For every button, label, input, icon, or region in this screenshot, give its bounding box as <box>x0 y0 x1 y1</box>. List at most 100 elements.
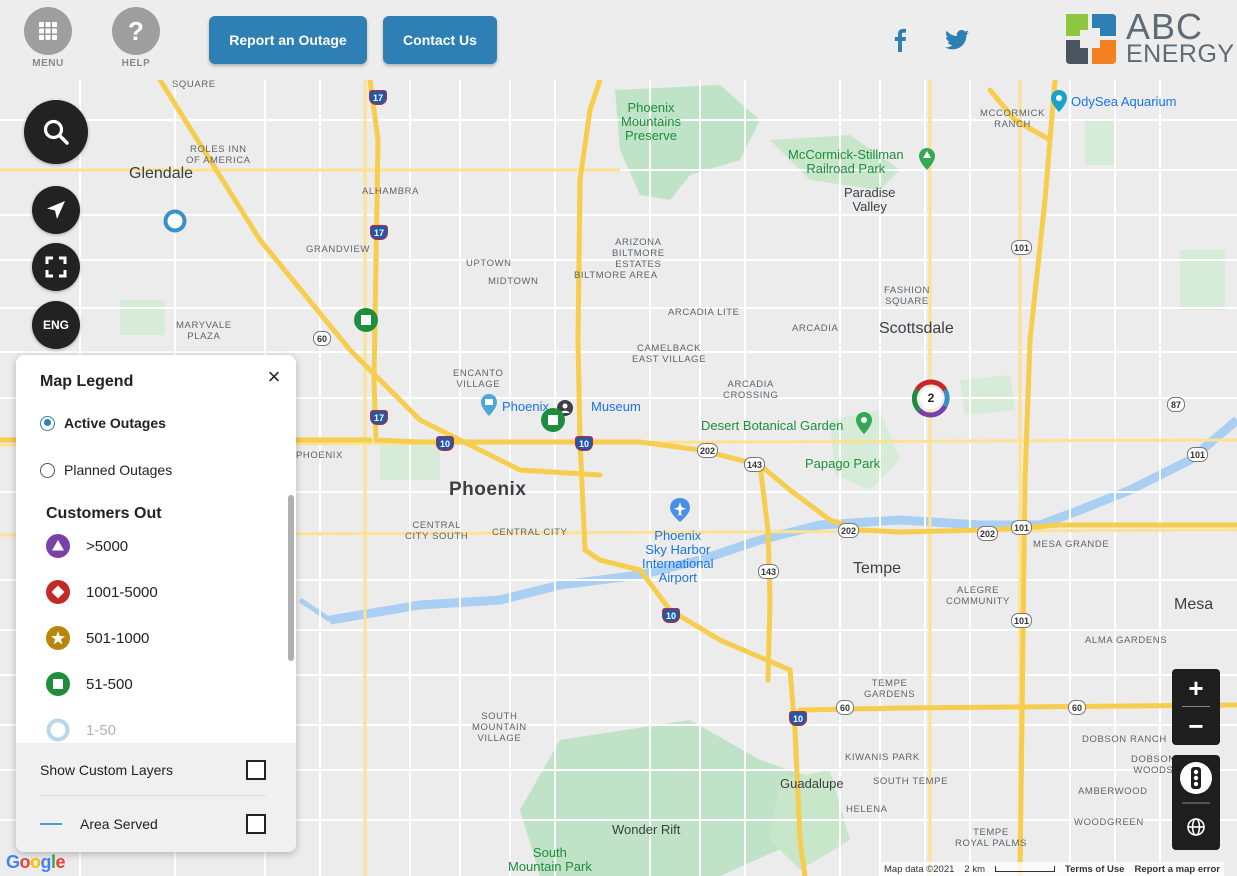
outage-marker-51-500[interactable] <box>540 407 566 433</box>
report-outage-button[interactable]: Report an Outage <box>209 16 367 64</box>
planned-outages-option[interactable]: Planned Outages <box>40 462 172 478</box>
facebook-icon[interactable] <box>893 28 907 52</box>
search-icon <box>43 119 69 145</box>
poi-south-mountain-park[interactable]: South Mountain Park <box>508 846 592 874</box>
contact-us-button[interactable]: Contact Us <box>383 16 497 64</box>
twitter-icon[interactable] <box>945 30 969 50</box>
highway-shield: 143 <box>744 457 766 472</box>
neighborhood-label: BILTMORE AREA <box>574 270 658 281</box>
language-button[interactable]: ENG <box>32 301 80 349</box>
neighborhood-label: ALMA GARDENS <box>1085 635 1168 646</box>
fullscreen-icon <box>45 256 67 278</box>
neighborhood-label: DOBSON RANCH <box>1082 734 1167 745</box>
zoom-controls: + − <box>1172 669 1220 745</box>
legend-range-row: >5000 <box>46 534 128 558</box>
zoom-in-button[interactable]: + <box>1172 669 1220 707</box>
abc-energy-logo[interactable]: ABC ENERGY <box>1062 6 1234 70</box>
customers-out-title: Customers Out <box>46 505 162 522</box>
poi-desert-botanical-garden[interactable]: Desert Botanical Garden <box>701 419 843 433</box>
terms-of-use-link[interactable]: Terms of Use <box>1065 864 1124 875</box>
help-button[interactable]: ? HELP <box>112 7 160 69</box>
highway-shield: 60 <box>836 700 854 715</box>
highway-shield: 202 <box>838 523 860 538</box>
legend-range-row: 51-500 <box>46 672 133 696</box>
legend-title: Map Legend <box>40 373 134 390</box>
neighborhood-label: CENTRAL CITY SOUTH <box>405 520 469 542</box>
zoom-divider <box>1182 706 1210 707</box>
globe-icon[interactable] <box>1187 818 1205 836</box>
blue-ring-icon <box>46 718 70 742</box>
active-outages-option[interactable]: Active Outages <box>40 415 166 431</box>
poi-mccormick-stillman[interactable]: McCormick-Stillman Railroad Park <box>788 148 904 176</box>
neighborhood-label: WOODGREEN <box>1074 817 1144 828</box>
layer-controls <box>1172 755 1220 850</box>
question-mark-icon: ? <box>112 7 160 55</box>
highway-shield: 10 <box>575 436 593 451</box>
scale-label: 2 km <box>964 863 985 875</box>
garden-pin-icon[interactable] <box>855 412 873 434</box>
neighborhood-label: MCCORMICK RANCH <box>980 108 1046 130</box>
poi-wonder-rift[interactable]: Wonder Rift <box>612 823 680 837</box>
logo-mark-icon <box>1066 14 1116 64</box>
neighborhood-label: TEMPE GARDENS <box>864 678 916 700</box>
traffic-light-icon[interactable] <box>1180 762 1212 794</box>
show-custom-layers-row[interactable]: Show Custom Layers <box>40 759 266 781</box>
footer-divider <box>40 795 266 796</box>
range-label: 1001-5000 <box>86 583 158 601</box>
close-icon[interactable]: × <box>262 364 286 389</box>
neighborhood-label: AMBERWOOD <box>1078 786 1148 797</box>
grid-menu-icon <box>24 7 72 55</box>
red-diamond-icon <box>46 580 70 604</box>
highway-shield: 202 <box>977 526 999 541</box>
neighborhood-label: SOUTH MOUNTAIN VILLAGE <box>472 711 527 744</box>
radio-selected-icon[interactable] <box>40 415 55 431</box>
airport-pin-icon[interactable] <box>669 498 691 522</box>
neighborhood-label: CAMELBACK EAST VILLAGE <box>632 343 707 365</box>
neighborhood-label: MIDTOWN <box>488 276 539 287</box>
highway-shield: 101 <box>1011 520 1033 535</box>
aquarium-pin-icon[interactable] <box>1050 90 1068 112</box>
poi-sky-harbor-airport[interactable]: Phoenix Sky Harbor International Airport <box>642 529 714 585</box>
logo-text-energy: ENERGY <box>1126 40 1235 68</box>
poi-phoenix-mountains-preserve[interactable]: Phoenix Mountains Preserve <box>621 101 681 143</box>
radio-unselected-icon[interactable] <box>40 462 55 478</box>
legend-scrollbar[interactable] <box>288 495 294 661</box>
legend-range-row: 1-50 <box>46 718 116 742</box>
search-button[interactable] <box>24 100 88 164</box>
city-label-guadalupe: Guadalupe <box>780 776 844 791</box>
report-map-error-link[interactable]: Report a map error <box>1134 864 1220 875</box>
poi-papago-park[interactable]: Papago Park <box>805 457 880 471</box>
neighborhood-label: DOBSON WOODS <box>1131 754 1176 776</box>
range-label: 51-500 <box>86 675 133 693</box>
neighborhood-label: MESA GRANDE <box>1033 539 1110 550</box>
park-pin-icon[interactable] <box>918 148 936 170</box>
city-label-paradise-valley: Paradise Valley <box>844 185 896 214</box>
area-line-icon <box>40 823 62 825</box>
neighborhood-label: ARCADIA CROSSING <box>723 379 779 401</box>
area-served-row[interactable]: Area Served <box>40 813 266 835</box>
neighborhood-label: ROLES INN OF AMERICA <box>186 144 251 166</box>
purple-triangle-icon <box>46 534 70 558</box>
city-label-phoenix: Phoenix <box>449 479 527 500</box>
highway-shield: 17 <box>369 90 387 105</box>
show-custom-layers-checkbox[interactable] <box>246 760 266 780</box>
range-label: >5000 <box>86 537 129 555</box>
highway-shield: 60 <box>1068 700 1086 715</box>
outage-map-app: 17 17 60 17 10 10 202 143 202 143 10 60 10 101 101 101 6… <box>0 0 1237 876</box>
neighborhood-label: ARIZONA BILTMORE ESTATES <box>612 237 665 270</box>
highway-shield: 17 <box>370 410 388 425</box>
outage-marker-1-50[interactable] <box>163 209 187 233</box>
outage-marker-51-500[interactable] <box>353 307 379 333</box>
zoom-out-button[interactable]: − <box>1172 707 1220 745</box>
poi-museum-suffix[interactable]: Museum <box>591 400 641 414</box>
highway-shield: 143 <box>758 564 780 579</box>
museum-pin-icon[interactable] <box>480 394 498 416</box>
poi-odysea-aquarium[interactable]: OdySea Aquarium <box>1071 95 1177 109</box>
fullscreen-button[interactable] <box>32 243 80 291</box>
locate-me-button[interactable] <box>32 186 80 234</box>
top-bar: MENU ? HELP Report an Outage Contact Us … <box>0 0 1237 80</box>
area-served-checkbox[interactable] <box>246 814 266 834</box>
menu-button[interactable]: MENU <box>24 7 72 69</box>
neighborhood-label: TEMPE ROYAL PALMS <box>955 827 1027 849</box>
legend-range-row: 501-1000 <box>46 626 149 650</box>
